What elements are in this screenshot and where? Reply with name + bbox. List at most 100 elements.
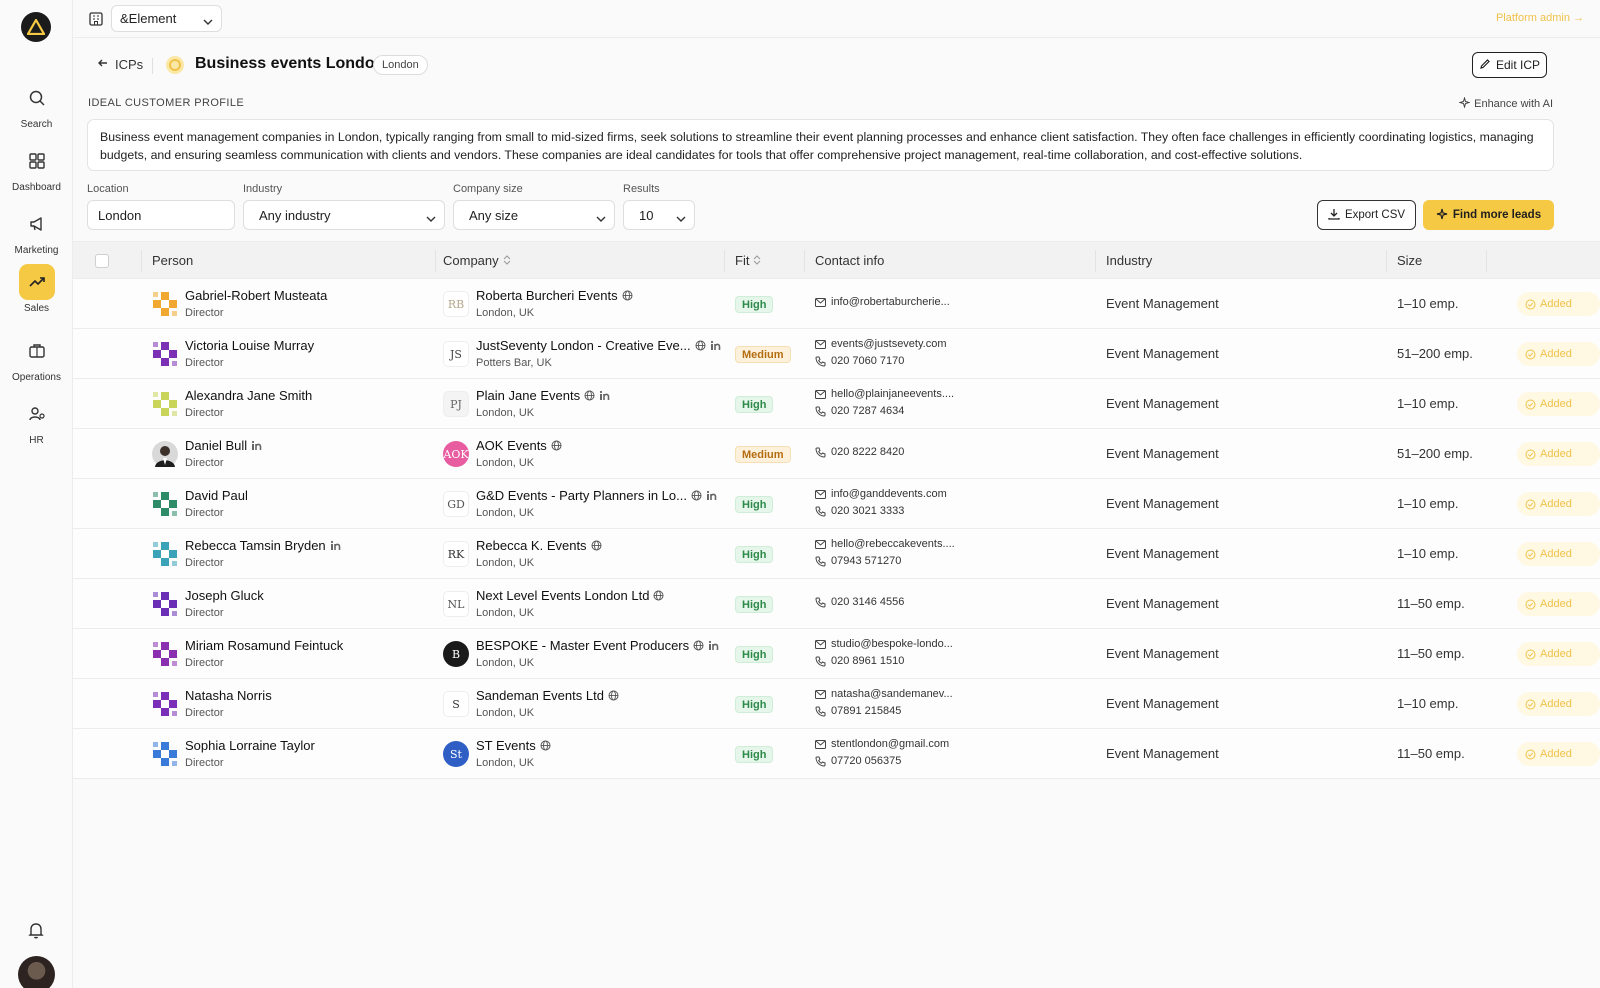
platform-admin-link[interactable]: Platform admin → xyxy=(1496,12,1584,24)
company-name[interactable]: Next Level Events London Ltd xyxy=(476,588,664,603)
added-button[interactable]: Added xyxy=(1517,392,1600,416)
results-select[interactable]: 10 xyxy=(623,200,695,230)
contact-phone[interactable]: 07891 215845 xyxy=(815,705,901,717)
linkedin-icon[interactable] xyxy=(330,540,341,551)
company-size-select[interactable]: Any size xyxy=(453,200,615,230)
globe-icon[interactable] xyxy=(691,490,702,501)
edit-icp-button[interactable]: Edit ICP xyxy=(1472,52,1547,78)
contact-email[interactable]: info@robertaburcherie... xyxy=(815,296,950,308)
company-name[interactable]: ST Events xyxy=(476,738,551,753)
globe-icon[interactable] xyxy=(653,590,664,601)
person-name[interactable]: David Paul xyxy=(185,488,248,503)
company-name[interactable]: JustSeventy London - Creative Eve... xyxy=(476,338,721,353)
company-name[interactable]: Plain Jane Events xyxy=(476,388,610,403)
export-csv-button[interactable]: Export CSV xyxy=(1317,200,1416,230)
app-logo[interactable] xyxy=(21,12,51,42)
globe-icon[interactable] xyxy=(608,690,619,701)
find-more-leads-button[interactable]: Find more leads xyxy=(1423,200,1554,230)
added-button[interactable]: Added xyxy=(1517,492,1600,516)
contact-email[interactable]: natasha@sandemanev... xyxy=(815,688,953,700)
linkedin-icon[interactable] xyxy=(599,390,610,401)
table-row[interactable]: Sophia Lorraine Taylor Director St ST Event… xyxy=(73,729,1600,779)
person-name[interactable]: Joseph Gluck xyxy=(185,588,264,603)
globe-icon[interactable] xyxy=(591,540,602,551)
person-name[interactable]: Miriam Rosamund Feintuck xyxy=(185,638,343,653)
contact-phone[interactable]: 020 3146 4556 xyxy=(815,596,904,608)
industry-cell: Event Management xyxy=(1106,496,1219,511)
added-button[interactable]: Added xyxy=(1517,642,1600,666)
globe-icon[interactable] xyxy=(584,390,595,401)
location-input[interactable]: London xyxy=(87,200,235,230)
person-name[interactable]: Rebecca Tamsin Bryden xyxy=(185,538,341,553)
sidebar-item-search[interactable]: Search xyxy=(0,80,73,136)
added-button[interactable]: Added xyxy=(1517,542,1600,566)
table-row[interactable]: Natasha Norris Director S Sandeman Events L… xyxy=(73,679,1600,729)
linkedin-icon[interactable] xyxy=(710,340,721,351)
contact-phone[interactable]: 020 7287 4634 xyxy=(815,405,904,417)
contact-phone[interactable]: 020 3021 3333 xyxy=(815,505,904,517)
linkedin-icon[interactable] xyxy=(706,490,717,501)
contact-email[interactable]: info@ganddevents.com xyxy=(815,488,947,500)
table-row[interactable]: Gabriel-Robert Musteata Director RB Roberta… xyxy=(73,279,1600,329)
table-row[interactable]: Victoria Louise Murray Director JS JustSeve… xyxy=(73,329,1600,379)
contact-phone[interactable]: 020 7060 7170 xyxy=(815,355,904,367)
company-name[interactable]: G&D Events - Party Planners in Lo... xyxy=(476,488,717,503)
contact-email[interactable]: hello@rebeccakevents.... xyxy=(815,538,955,550)
globe-icon[interactable] xyxy=(551,440,562,451)
contact-email[interactable]: events@justsevety.com xyxy=(815,338,947,350)
sidebar-item-hr[interactable]: HR xyxy=(0,396,73,452)
linkedin-icon[interactable] xyxy=(251,440,262,451)
back-link[interactable]: ICPs xyxy=(97,57,143,72)
sidebar-item-dashboard[interactable]: Dashboard xyxy=(0,143,73,199)
org-select[interactable]: &Element xyxy=(111,5,222,32)
person-name[interactable]: Gabriel-Robert Musteata xyxy=(185,288,327,303)
table-row[interactable]: Rebecca Tamsin Bryden Director RK Rebecca K… xyxy=(73,529,1600,579)
company-name[interactable]: Sandeman Events Ltd xyxy=(476,688,619,703)
person-name[interactable]: Daniel Bull xyxy=(185,438,262,453)
person-name[interactable]: Natasha Norris xyxy=(185,688,272,703)
contact-phone[interactable]: 07943 571270 xyxy=(815,555,901,567)
person-name[interactable]: Alexandra Jane Smith xyxy=(185,388,312,403)
sidebar-item-marketing[interactable]: Marketing xyxy=(0,206,73,262)
bell-icon[interactable] xyxy=(26,920,46,940)
contact-email-text: stentlondon@gmail.com xyxy=(831,738,950,750)
sidebar-item-sales[interactable]: Sales xyxy=(0,264,73,320)
icp-description[interactable]: Business event management companies in L… xyxy=(87,119,1554,171)
added-button[interactable]: Added xyxy=(1517,292,1600,316)
company-name[interactable]: AOK Events xyxy=(476,438,562,453)
linkedin-icon[interactable] xyxy=(708,640,719,651)
contact-email[interactable]: studio@bespoke-londo... xyxy=(815,638,953,650)
globe-icon[interactable] xyxy=(622,290,633,301)
company-name[interactable]: Rebecca K. Events xyxy=(476,538,602,553)
table-row[interactable]: Miriam Rosamund Feintuck Director B BESPOKE… xyxy=(73,629,1600,679)
globe-icon[interactable] xyxy=(693,640,704,651)
table-row[interactable]: Joseph Gluck Director NL Next Level Events … xyxy=(73,579,1600,629)
user-avatar[interactable] xyxy=(18,956,55,988)
company-name[interactable]: Roberta Burcheri Events xyxy=(476,288,633,303)
added-button[interactable]: Added xyxy=(1517,342,1600,366)
person-name[interactable]: Victoria Louise Murray xyxy=(185,338,314,353)
column-header-fit[interactable]: Fit xyxy=(735,253,761,268)
table-row[interactable]: David Paul Director GD G&D Events - Party P… xyxy=(73,479,1600,529)
industry-select[interactable]: Any industry xyxy=(243,200,445,230)
contact-email[interactable]: hello@plainjaneevents.... xyxy=(815,388,954,400)
company-name[interactable]: BESPOKE - Master Event Producers xyxy=(476,638,719,653)
contact-phone[interactable]: 020 8222 8420 xyxy=(815,446,904,458)
enhance-ai-button[interactable]: Enhance with AI xyxy=(1458,96,1553,111)
added-button[interactable]: Added xyxy=(1517,742,1600,766)
added-button[interactable]: Added xyxy=(1517,692,1600,716)
contact-email[interactable]: stentlondon@gmail.com xyxy=(815,738,949,750)
globe-icon[interactable] xyxy=(540,740,551,751)
sidebar-item-label: Sales xyxy=(23,303,49,314)
globe-icon[interactable] xyxy=(695,340,706,351)
added-button[interactable]: Added xyxy=(1517,592,1600,616)
person-name[interactable]: Sophia Lorraine Taylor xyxy=(185,738,315,753)
column-header-company[interactable]: Company xyxy=(443,253,511,268)
select-all-checkbox[interactable] xyxy=(95,254,109,268)
sidebar-item-operations[interactable]: Operations xyxy=(0,333,73,389)
contact-phone[interactable]: 07720 056375 xyxy=(815,755,901,767)
table-row[interactable]: Daniel Bull Director AOK AOK Events London, … xyxy=(73,429,1600,479)
contact-phone[interactable]: 020 8961 1510 xyxy=(815,655,904,667)
added-button[interactable]: Added xyxy=(1517,442,1600,466)
table-row[interactable]: Alexandra Jane Smith Director PJ Plain Jane… xyxy=(73,379,1600,429)
